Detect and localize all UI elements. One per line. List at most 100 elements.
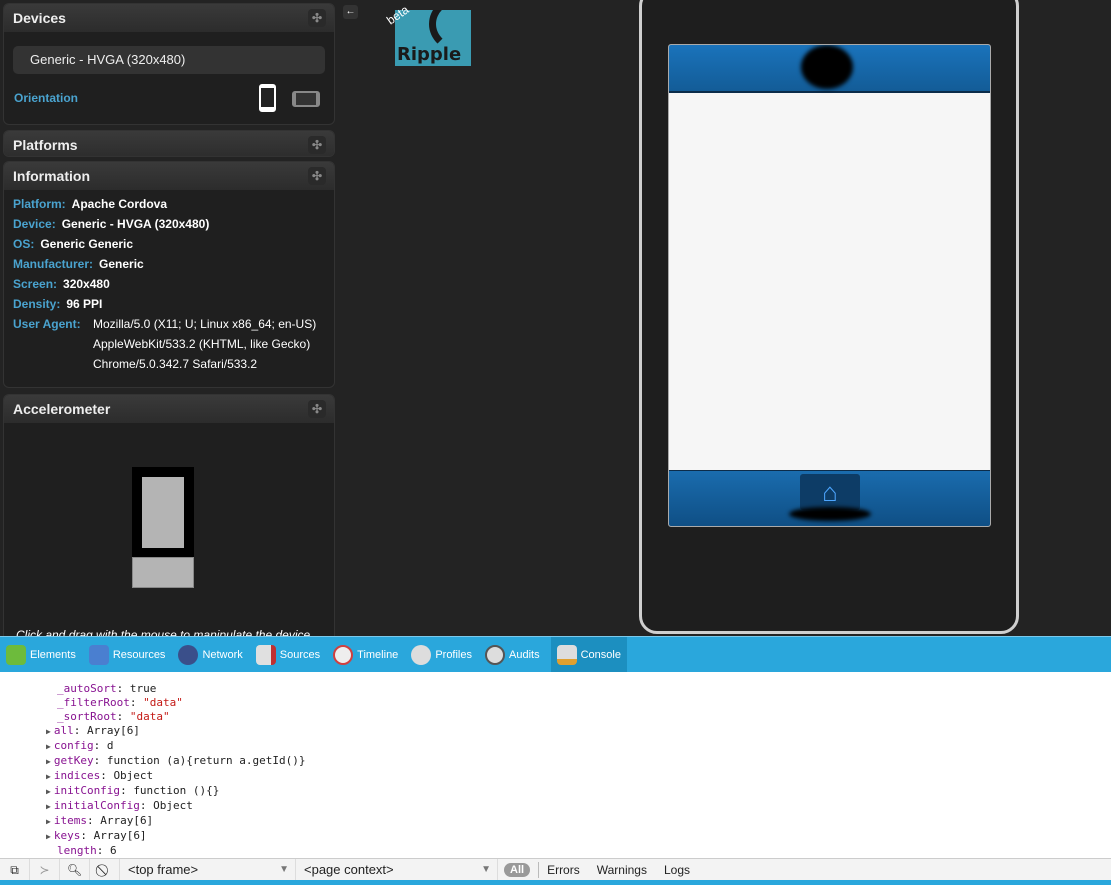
property-value: function (){}: [133, 784, 220, 797]
property-key: items: [53, 814, 87, 827]
information-header[interactable]: Information ✣: [4, 162, 334, 190]
tab-profiles[interactable]: Profiles: [409, 637, 474, 673]
property-value: Object: [153, 799, 193, 812]
portrait-icon[interactable]: [259, 84, 276, 112]
property-key: initialConfig: [53, 799, 140, 812]
accelerometer-panel: Accelerometer ✣ Click and drag with the m…: [3, 394, 335, 654]
move-icon[interactable]: ✣: [308, 9, 326, 27]
separator: :: [120, 784, 134, 797]
profiles-icon: [411, 644, 432, 665]
separator: :: [93, 754, 107, 767]
info-row: Manufacturer: Generic: [13, 257, 144, 271]
tab-label: Sources: [279, 648, 321, 661]
tab-console[interactable]: Console: [550, 636, 627, 673]
info-row: Device: Generic - HVGA (320x480): [13, 217, 209, 231]
tab-audits[interactable]: Audits: [483, 637, 542, 673]
console-icon: [556, 644, 577, 665]
console-property: _sortRoot: "data": [0, 710, 1111, 724]
timeline-icon: [333, 644, 354, 665]
console-property[interactable]: initConfig: function (){}: [0, 784, 1111, 799]
separator: :: [116, 710, 130, 723]
context-select[interactable]: <page context> ▼: [296, 858, 498, 881]
tab-label: Profiles: [435, 648, 472, 661]
devtools-toolbar: Elements Resources Network Sources Timel…: [0, 636, 1111, 673]
tab-network[interactable]: Network: [176, 637, 244, 673]
filter-logs[interactable]: Logs: [664, 863, 690, 877]
move-icon[interactable]: ✣: [308, 167, 326, 185]
property-value: d: [106, 739, 114, 752]
resources-icon: [88, 644, 109, 665]
console-property[interactable]: keys: Array[6]: [0, 829, 1111, 844]
audits-icon: [485, 644, 505, 665]
platforms-panel: Platforms ✣: [3, 130, 335, 157]
console-property[interactable]: config: d: [0, 739, 1111, 754]
tab-label: Audits: [509, 648, 540, 661]
ripple-logo: Ripple: [395, 10, 471, 66]
orientation-label: Orientation: [14, 91, 79, 105]
dropdown-arrow-icon: ▼: [481, 863, 491, 875]
accelerometer-device[interactable]: [132, 467, 194, 557]
property-key: length: [57, 844, 97, 857]
bottom-strip: [0, 880, 1111, 885]
devices-header[interactable]: Devices ✣: [4, 4, 334, 32]
move-icon[interactable]: ✣: [308, 136, 326, 154]
info-value: Generic Generic: [40, 237, 134, 251]
separator: :: [93, 739, 107, 752]
dropdown-arrow-icon: ▼: [279, 863, 289, 875]
home-button[interactable]: ⌂: [800, 474, 860, 510]
filter-warnings[interactable]: Warnings: [597, 863, 647, 877]
redacted-blob: [789, 507, 871, 521]
console-property: length: 6: [0, 844, 1111, 858]
dock-icon[interactable]: ⧉: [0, 858, 30, 881]
search-icon[interactable]: 🔍︎: [60, 858, 90, 881]
console-property: _autoSort: true: [0, 682, 1111, 696]
separator: :: [139, 799, 154, 812]
accelerometer-header[interactable]: Accelerometer ✣: [4, 395, 334, 423]
tab-label: Network: [202, 648, 243, 661]
device-screen[interactable]: ⌂: [668, 44, 991, 527]
platforms-header[interactable]: Platforms ✣: [4, 131, 334, 156]
console-output[interactable]: __autoSort: true_filterRoot: "data"_sort…: [0, 672, 1111, 871]
device-frame: ⌂: [639, 0, 1019, 634]
property-key: config: [53, 739, 94, 752]
tab-label: Console: [580, 648, 621, 661]
panel-title: Accelerometer: [13, 401, 111, 417]
tab-elements[interactable]: Elements: [4, 637, 78, 673]
tab-timeline[interactable]: Timeline: [331, 637, 400, 673]
console-property[interactable]: all: Array[6]: [0, 724, 1111, 739]
accelerometer-device-base[interactable]: [132, 557, 194, 588]
show-console-icon[interactable]: ≻: [30, 858, 60, 881]
frame-select[interactable]: <top frame> ▼: [120, 858, 296, 881]
info-row: Platform: Apache Cordova: [13, 197, 167, 211]
info-label: OS:: [13, 237, 35, 251]
console-property[interactable]: items: Array[6]: [0, 814, 1111, 829]
console-property[interactable]: initialConfig: Object: [0, 799, 1111, 814]
tab-resources[interactable]: Resources: [87, 637, 168, 673]
move-icon[interactable]: ✣: [308, 400, 326, 418]
device-select[interactable]: Generic - HVGA (320x480): [13, 46, 325, 74]
property-key: _sortRoot: [57, 710, 117, 723]
info-value: 96 PPI: [66, 297, 103, 311]
panel-title: Devices: [13, 10, 66, 26]
separator: :: [80, 829, 94, 842]
landscape-icon[interactable]: [292, 91, 320, 107]
app-footer: ⌂: [669, 470, 990, 526]
info-label: Manufacturer:: [13, 257, 94, 271]
console-property[interactable]: indices: Object: [0, 769, 1111, 784]
clear-icon[interactable]: ⃠: [90, 858, 120, 881]
filter-all[interactable]: All: [504, 862, 531, 877]
property-key: _autoSort: [57, 682, 117, 695]
info-label: Device:: [13, 217, 56, 231]
property-value: Array[6]: [86, 724, 140, 737]
collapse-button[interactable]: ←: [343, 5, 358, 19]
property-key: initConfig: [53, 784, 121, 797]
filter-errors[interactable]: Errors: [547, 863, 580, 877]
user-agent-label: User Agent:: [13, 317, 81, 331]
tab-sources[interactable]: Sources: [254, 637, 322, 673]
information-panel: Information ✣ Platform: Apache Cordova Dev…: [3, 161, 335, 388]
info-value: Generic: [99, 257, 144, 271]
elements-icon: [6, 644, 26, 665]
property-value: function (a){return a.getId()}: [106, 754, 306, 767]
property-value: "data": [143, 696, 183, 709]
console-property[interactable]: getKey: function (a){return a.getId()}: [0, 754, 1111, 769]
